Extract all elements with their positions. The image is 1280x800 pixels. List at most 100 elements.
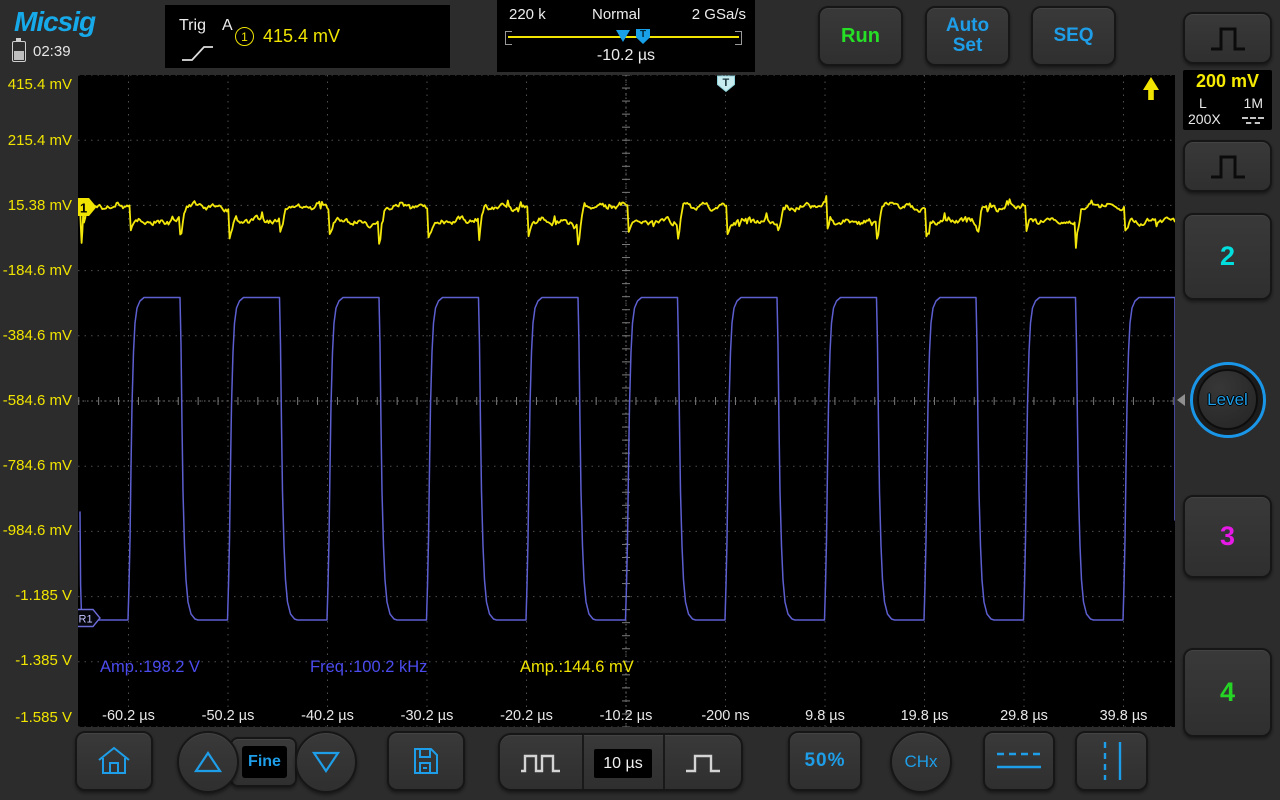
voltage-label-4: -384.6 mV	[2, 327, 72, 344]
graticule-and-traces[interactable]: 1 R1 T	[75, 74, 1176, 728]
measurement-1: Freq.:100.2 kHz	[310, 658, 428, 676]
sample-rate: 2 GSa/s	[691, 6, 746, 23]
ch1-probe: 200X	[1188, 111, 1221, 127]
svg-text:1: 1	[80, 201, 87, 216]
time-label-0: -60.2 µs	[102, 708, 155, 724]
divider	[582, 735, 584, 789]
ch1-coupling: L	[1199, 95, 1207, 111]
time-label-9: 29.8 µs	[1000, 708, 1048, 724]
autoset-label-2: Set	[952, 35, 983, 56]
save-button[interactable]	[387, 731, 465, 791]
channel-2-label: 2	[1219, 241, 1236, 271]
level-knob-face[interactable]: Level	[1197, 369, 1258, 430]
horizontal-cursors-icon	[997, 752, 1041, 769]
trigger-level-value: 415.4 mV	[263, 26, 341, 46]
zoom-in-timebase-button[interactable]	[663, 735, 745, 789]
level-knob[interactable]: Level	[1190, 362, 1266, 438]
measurement-2: Amp.:144.6 mV	[520, 658, 634, 676]
home-button[interactable]	[75, 731, 153, 791]
svg-text:T: T	[723, 77, 730, 89]
measurement-0: Amp.:198.2 V	[100, 658, 200, 676]
fine-label: Fine	[248, 753, 281, 770]
voltage-label-0: 415.4 mV	[7, 76, 72, 93]
chx-label: CHx	[904, 752, 938, 771]
trig-selector: A	[222, 17, 233, 34]
time-label-10: 39.8 µs	[1099, 708, 1148, 724]
oscilloscope-app: Micsig 02:39 Trig A 1 415.4 mV 220 k Nor…	[0, 0, 1280, 800]
fine-mode-indicator[interactable]: Fine	[242, 746, 287, 778]
time-label-3: -30.2 µs	[400, 708, 454, 724]
svg-text:R1: R1	[79, 614, 93, 626]
acq-mode: Normal	[592, 6, 641, 23]
home-icon	[98, 746, 130, 774]
channel-1-badge: 1	[235, 27, 254, 46]
voltage-axis: 415.4 mV 215.4 mV 15.38 mV -184.6 mV -384.6 …	[0, 0, 76, 800]
run-label: Run	[841, 24, 880, 47]
run-button[interactable]: Run	[818, 6, 903, 66]
seq-label: SEQ	[1053, 25, 1094, 46]
channel-3-button[interactable]: 3	[1183, 495, 1272, 578]
voltage-label-1: 215.4 mV	[7, 132, 72, 149]
rising-edge-icon	[182, 46, 213, 61]
horizontal-cursors-button[interactable]	[983, 731, 1055, 791]
time-label-8: 19.8 µs	[900, 708, 949, 724]
step-up-button[interactable]	[177, 731, 239, 793]
channel-3-label: 3	[1219, 521, 1236, 551]
level-knob-label: Level	[1207, 389, 1248, 409]
memory-bar-left-bracket	[505, 31, 512, 45]
fifty-percent-label: 50%	[804, 750, 846, 771]
pulse-icon	[1210, 155, 1245, 179]
down-triangle-icon	[311, 751, 341, 773]
trigger-panel[interactable]: Trig A 1 415.4 mV	[165, 5, 450, 68]
channel-2-button[interactable]: 2	[1183, 213, 1272, 300]
voltage-label-3: -184.6 mV	[2, 261, 72, 279]
vertical-cursors-icon	[1103, 742, 1121, 780]
single-pulse-icon	[686, 754, 720, 773]
time-label-2: -40.2 µs	[301, 708, 354, 724]
channel-4-label: 4	[1219, 677, 1236, 707]
window-position-marker[interactable]	[616, 30, 630, 42]
time-label-4: -20.2 µs	[500, 708, 553, 724]
voltage-label-10: -1.585 V	[15, 709, 72, 726]
wave-type-bottom-button[interactable]	[1183, 140, 1272, 192]
voltage-label-8: -1.185 V	[15, 587, 72, 604]
seq-button[interactable]: SEQ	[1031, 6, 1116, 66]
save-icon	[414, 748, 438, 774]
knob-side-arrow-icon	[1177, 394, 1185, 406]
memory-bar-right-bracket	[735, 31, 742, 45]
ch1-impedance: 1M	[1243, 95, 1263, 111]
multi-pulse-icon	[521, 754, 560, 773]
timebase-label: 10 µs	[603, 754, 643, 772]
autoset-button[interactable]: Auto Set	[925, 6, 1010, 66]
autoset-label-1: Auto	[945, 15, 990, 37]
up-triangle-icon	[193, 751, 223, 773]
horizontal-offset: -10.2 µs	[596, 47, 656, 64]
waveform-display[interactable]: 1 R1 T -60.2 µs -50.2 µs -40.2 µs -30.2 µs -20.…	[75, 74, 1176, 728]
vertical-cursors-button[interactable]	[1075, 731, 1148, 791]
step-down-button[interactable]	[295, 731, 357, 793]
voltage-label-5: -584.6 mV	[2, 392, 72, 409]
zoom-out-timebase-button[interactable]	[500, 735, 582, 789]
voltage-label-2: 15.38 mV	[7, 196, 72, 214]
fifty-percent-button[interactable]: 50%	[788, 731, 862, 791]
memory-depth: 220 k	[509, 6, 546, 23]
voltage-label-6: -784.6 mV	[2, 457, 72, 474]
chx-button[interactable]: CHx	[890, 731, 952, 793]
voltage-label-9: -1.385 V	[15, 652, 72, 669]
timebase-value[interactable]: 10 µs	[594, 749, 652, 778]
time-label-1: -50.2 µs	[201, 708, 255, 724]
trigger-position-mini-marker[interactable]: T	[636, 29, 650, 44]
dc-coupling-icon	[1242, 117, 1264, 124]
trig-label: Trig	[179, 17, 206, 34]
time-label-7: 9.8 µs	[805, 708, 845, 724]
voltage-label-7: -984.6 mV	[2, 522, 72, 539]
wave-type-top-button[interactable]	[1183, 12, 1272, 64]
time-label-5: -10.2 µs	[599, 708, 653, 724]
pulse-icon	[1210, 27, 1245, 51]
acquisition-panel[interactable]: 220 k Normal 2 GSa/s T -10.2 µs	[497, 0, 755, 72]
timebase-group: 10 µs	[498, 733, 743, 791]
channel-4-button[interactable]: 4	[1183, 648, 1272, 737]
ch1-scale: 200 mV	[1195, 71, 1260, 91]
time-label-6: -200 ns	[701, 708, 750, 724]
channel1-info-box[interactable]: 200 mV L 1M 200X	[1183, 70, 1272, 130]
